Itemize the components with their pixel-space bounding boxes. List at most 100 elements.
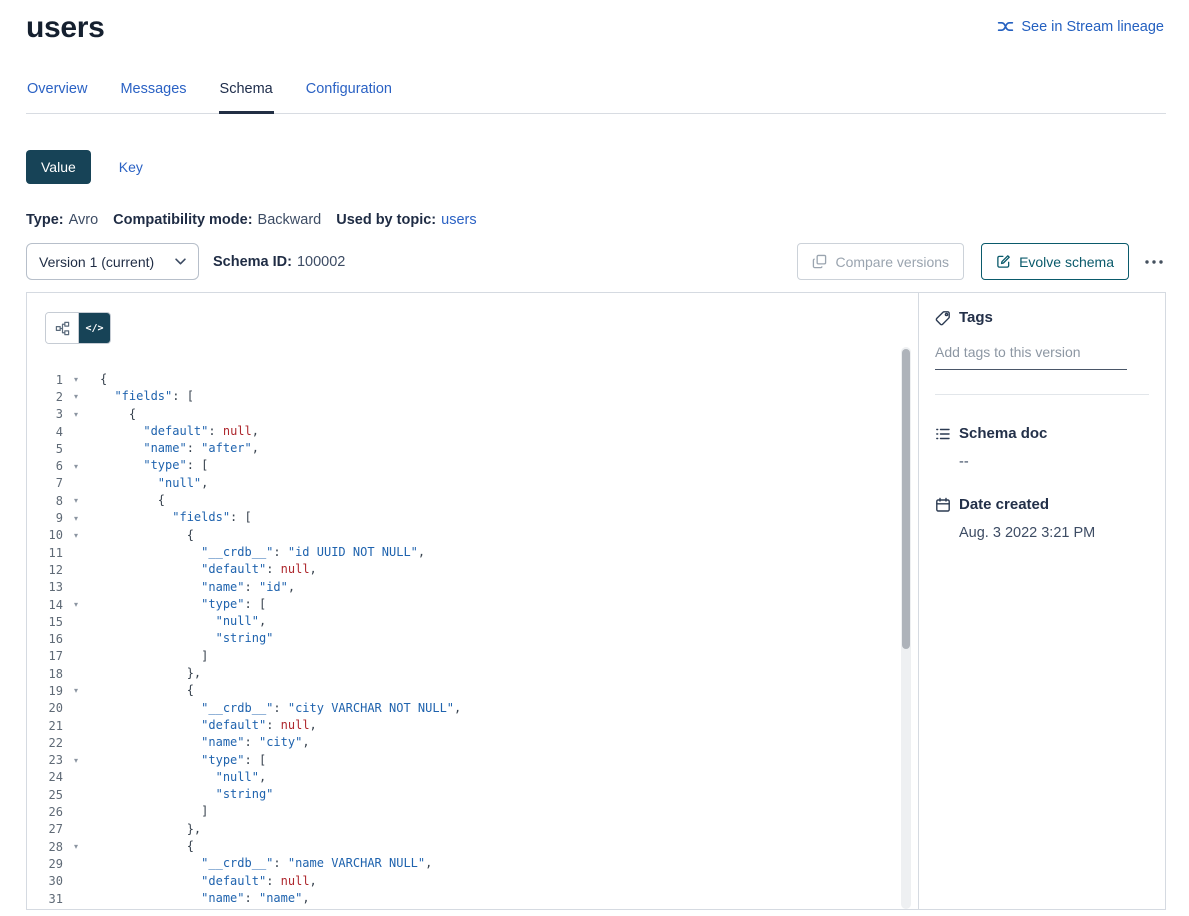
code-line: 14▾ "type": [ xyxy=(27,596,918,613)
fold-toggle[interactable]: ▾ xyxy=(70,410,82,419)
code-line: 9▾ "fields": [ xyxy=(27,509,918,526)
tags-title: Tags xyxy=(959,309,993,326)
editor-view-toggle: </> xyxy=(45,312,111,344)
fold-toggle[interactable]: ▾ xyxy=(70,462,82,471)
code-lines[interactable]: 1▾{2▾ "fields": [3▾ {4 "default": null,5… xyxy=(27,371,918,909)
tab-configuration[interactable]: Configuration xyxy=(305,81,393,113)
code-text: }, xyxy=(82,821,201,838)
code-line: 6▾ "type": [ xyxy=(27,457,918,474)
ellipsis-icon xyxy=(1144,259,1164,265)
line-number: 13 xyxy=(27,580,63,594)
code-text: }, xyxy=(82,665,201,682)
code-icon: </> xyxy=(85,323,103,334)
code-text: { xyxy=(82,682,194,699)
fold-toggle[interactable]: ▾ xyxy=(70,375,82,384)
fold-toggle[interactable]: ▾ xyxy=(70,496,82,505)
topic-link[interactable]: users xyxy=(441,212,476,228)
code-line: 32▾ "type": [ xyxy=(27,907,918,909)
line-number: 2 xyxy=(27,390,63,404)
line-number: 8 xyxy=(27,494,63,508)
line-number: 24 xyxy=(27,770,63,784)
line-number: 19 xyxy=(27,684,63,698)
line-number: 1 xyxy=(27,373,63,387)
date-created-title: Date created xyxy=(959,496,1049,513)
code-text: "fields": [ xyxy=(82,388,194,405)
chevron-down-icon xyxy=(175,258,186,265)
page-title: users xyxy=(26,11,105,45)
fold-toggle[interactable]: ▾ xyxy=(70,392,82,401)
fold-toggle[interactable]: ▾ xyxy=(70,756,82,765)
fold-toggle[interactable]: ▾ xyxy=(70,531,82,540)
code-line: 20 "__crdb__": "city VARCHAR NOT NULL", xyxy=(27,700,918,717)
code-text: "null", xyxy=(82,613,266,630)
tab-messages[interactable]: Messages xyxy=(119,81,187,113)
type-label: Type: xyxy=(26,212,64,228)
code-line: 19 ▾ { xyxy=(27,682,918,699)
date-created-section: Date created Aug. 3 2022 3:21 PM xyxy=(935,496,1149,541)
add-tags-input[interactable] xyxy=(935,342,1127,370)
tree-view-button[interactable] xyxy=(46,313,78,343)
line-number: 17 xyxy=(27,649,63,663)
code-text: "default": null, xyxy=(82,717,317,734)
code-text: ] xyxy=(82,648,208,665)
code-text: ] xyxy=(82,803,208,820)
tab-schema[interactable]: Schema xyxy=(219,81,274,114)
code-line: 8▾ { xyxy=(27,492,918,509)
calendar-icon xyxy=(935,497,951,513)
sidebar-divider xyxy=(935,394,1149,395)
code-text: "fields": [ xyxy=(82,509,252,526)
line-number: 6 xyxy=(27,459,63,473)
page-header: users See in Stream lineage xyxy=(0,0,1189,45)
code-text: { xyxy=(82,406,136,423)
stream-lineage-link[interactable]: See in Stream lineage xyxy=(997,18,1164,35)
code-line: 13 "name": "id", xyxy=(27,579,918,596)
evolve-schema-button[interactable]: Evolve schema xyxy=(981,243,1129,280)
code-view-button[interactable]: </> xyxy=(78,313,110,343)
line-number: 20 xyxy=(27,701,63,715)
code-text: "default": null, xyxy=(82,873,317,890)
fold-toggle[interactable]: ▾ xyxy=(70,514,82,523)
schema-sidebar: Tags Schema doc -- xyxy=(918,293,1165,909)
fold-toggle[interactable]: ▾ xyxy=(70,686,82,695)
code-line: 25 "string" xyxy=(27,786,918,803)
line-number: 11 xyxy=(27,546,63,560)
code-line: 28▾ { xyxy=(27,838,918,855)
line-number: 4 xyxy=(27,425,63,439)
fold-toggle[interactable]: ▾ xyxy=(70,600,82,609)
schema-panel: </> 1▾{2▾ "fields": [3▾ {4 "default": nu… xyxy=(26,292,1166,910)
code-line: 17 ] xyxy=(27,648,918,665)
editor-scrollbar[interactable] xyxy=(901,347,911,909)
tag-icon xyxy=(935,310,951,326)
code-line: 11 "__crdb__": "id UUID NOT NULL", xyxy=(27,544,918,561)
schema-editor: </> 1▾{2▾ "fields": [3▾ {4 "default": nu… xyxy=(27,293,918,909)
code-line: 27 }, xyxy=(27,821,918,838)
code-text: "__crdb__": "city VARCHAR NOT NULL", xyxy=(82,700,461,717)
code-text: "null", xyxy=(82,769,266,786)
line-number: 14 xyxy=(27,598,63,612)
version-select[interactable]: Version 1 (current) xyxy=(26,243,199,280)
schema-id-label: Schema ID: xyxy=(213,254,292,270)
schema-id-value: 100002 xyxy=(297,254,345,270)
version-select-value: Version 1 (current) xyxy=(39,254,154,270)
tags-section-title: Tags xyxy=(935,309,1149,326)
line-number: 26 xyxy=(27,805,63,819)
date-created-section-title: Date created xyxy=(935,496,1149,513)
scrollbar-thumb[interactable] xyxy=(902,349,910,649)
code-line: 10▾ { xyxy=(27,527,918,544)
date-created-value: Aug. 3 2022 3:21 PM xyxy=(959,525,1149,541)
code-text: "__crdb__": "id UUID NOT NULL", xyxy=(82,544,425,561)
code-line: 18 }, xyxy=(27,665,918,682)
code-line: 2 ▾ "fields": [ xyxy=(27,388,918,405)
fold-toggle[interactable]: ▾ xyxy=(70,842,82,851)
code-line: 29 "__crdb__": "name VARCHAR NULL", xyxy=(27,855,918,872)
key-toggle-link[interactable]: Key xyxy=(119,159,143,175)
value-toggle-button[interactable]: Value xyxy=(26,150,91,184)
line-number: 21 xyxy=(27,719,63,733)
code-text: "null", xyxy=(82,475,208,492)
line-number: 27 xyxy=(27,822,63,836)
code-line: 15 "null", xyxy=(27,613,918,630)
compare-versions-button[interactable]: Compare versions xyxy=(797,243,964,280)
code-line: 24 "null", xyxy=(27,769,918,786)
overflow-menu-button[interactable] xyxy=(1142,255,1166,269)
tab-overview[interactable]: Overview xyxy=(26,81,88,113)
